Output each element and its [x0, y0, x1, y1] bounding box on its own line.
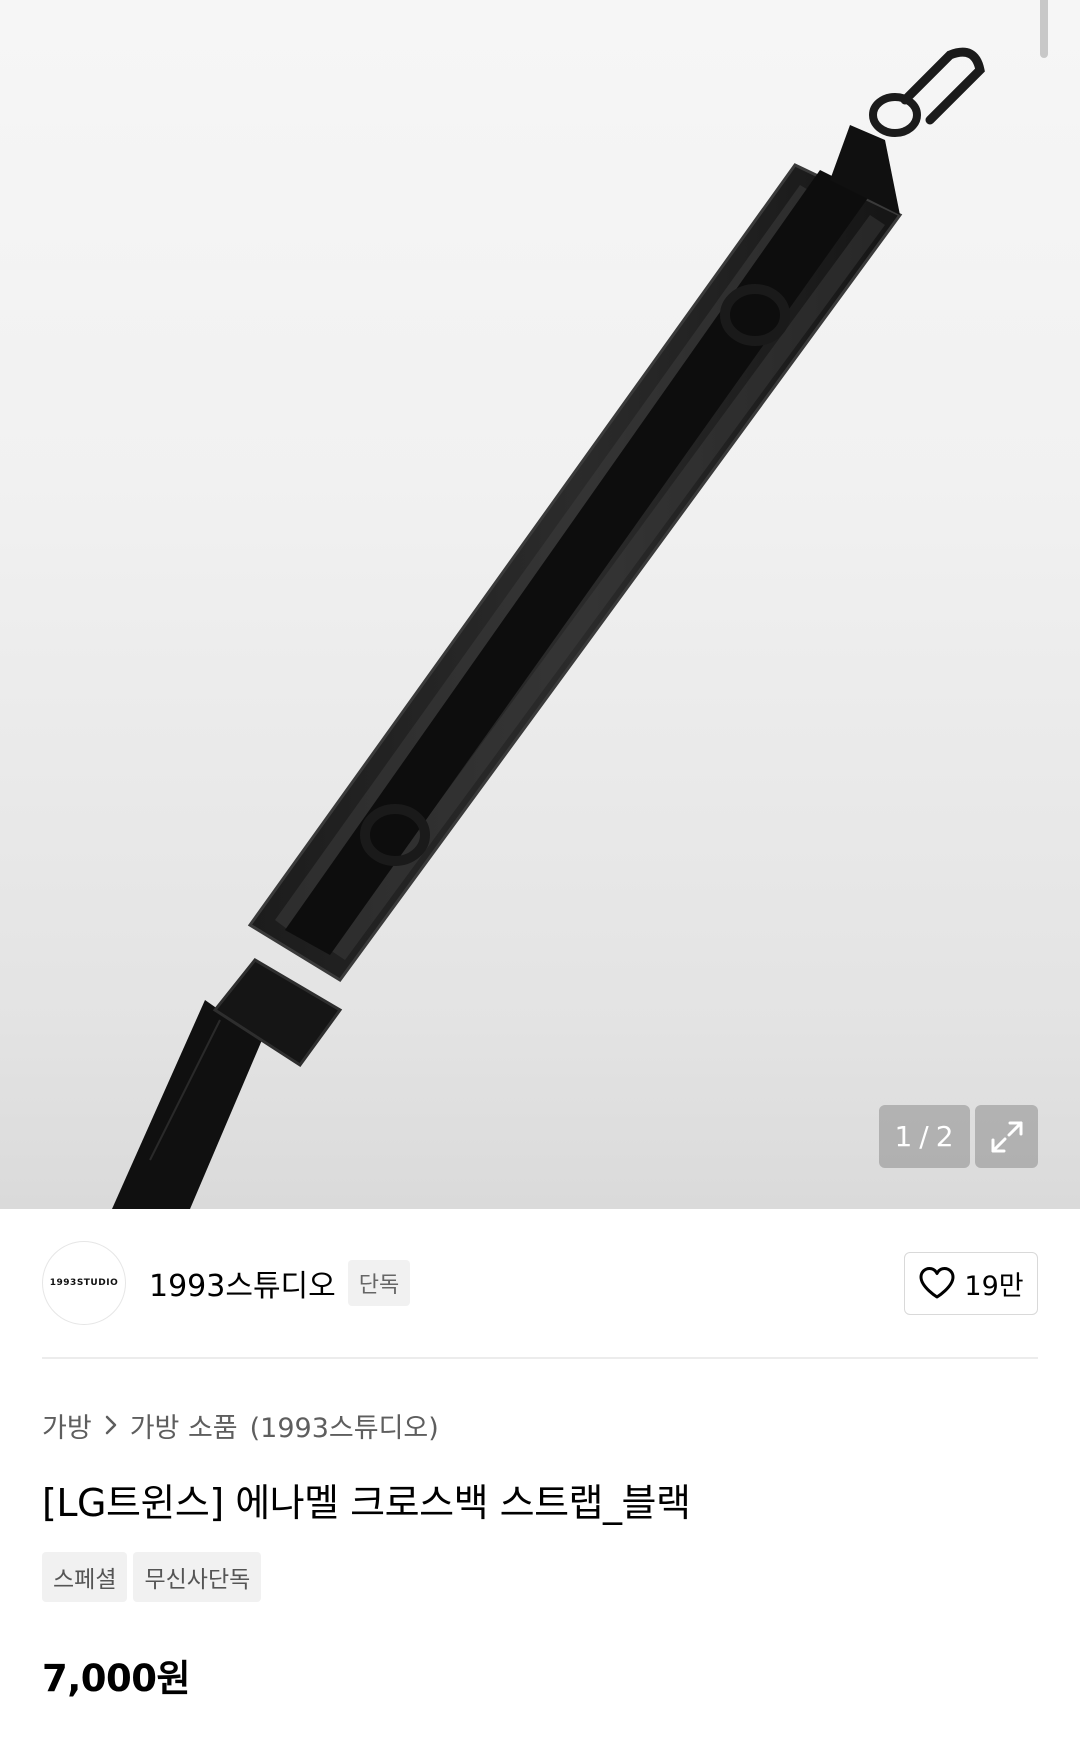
breadcrumb-brand[interactable]: (1993스튜디오)	[250, 1406, 439, 1445]
breadcrumb-item-bag-accessories[interactable]: 가방 소품	[130, 1406, 238, 1445]
product-image	[112, 47, 985, 1209]
chevron-right-icon	[104, 1414, 118, 1436]
brand-logo-text: 1993STUDIO	[49, 1278, 119, 1288]
badge-special: 스페셜	[42, 1552, 128, 1602]
brand-like-button[interactable]: 19만	[904, 1251, 1038, 1315]
brand-logo[interactable]: 1993STUDIO	[42, 1241, 126, 1325]
product-price: 7,000원	[42, 1657, 191, 1700]
image-counter: 1 / 2	[879, 1105, 970, 1168]
section-divider	[42, 1357, 1038, 1359]
counter-current: 1	[894, 1120, 914, 1153]
breadcrumb: 가방 가방 소품 (1993스튜디오)	[42, 1405, 439, 1445]
like-count: 19만	[964, 1270, 1024, 1302]
brand-exclusive-tag: 단독	[347, 1260, 411, 1306]
heart-outline-icon	[919, 1267, 955, 1299]
product-badges: 스페셜 무신사단독	[42, 1552, 262, 1602]
product-title: [LG트윈스] 에나멜 크로스백 스트랩_블랙	[42, 1481, 691, 1525]
expand-image-button[interactable]	[975, 1105, 1038, 1168]
brand-name[interactable]: 1993스튜디오	[149, 1261, 336, 1305]
brand-row: 1993STUDIO 1993스튜디오 단독 19만	[42, 1240, 1038, 1326]
breadcrumb-item-bag[interactable]: 가방	[42, 1406, 92, 1445]
counter-separator: /	[919, 1120, 930, 1153]
image-scrollbar[interactable]	[1040, 0, 1048, 58]
product-detail-page: 1 / 2 1993STUDIO 1993스튜디오 단독 19만 가방 가방 소…	[0, 0, 1080, 1751]
expand-icon	[991, 1121, 1022, 1152]
product-image-gallery[interactable]: 1 / 2	[0, 0, 1080, 1209]
counter-total: 2	[935, 1120, 955, 1153]
badge-musinsa-exclusive: 무신사단독	[133, 1552, 262, 1602]
